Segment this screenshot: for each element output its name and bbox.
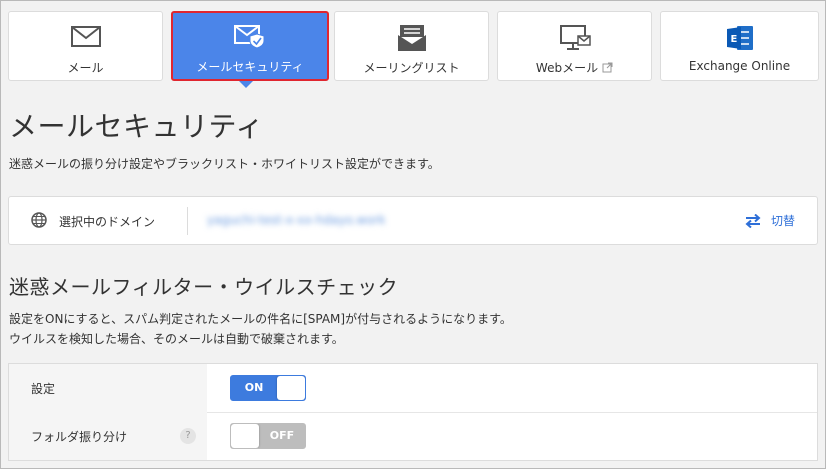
- setting-label: 設定: [31, 382, 56, 396]
- domain-selector: 選択中のドメイン yaguchi-test-x-xx-hdayo.work 切替: [8, 196, 818, 245]
- page-description: 迷惑メールの振り分け設定やブラックリスト・ホワイトリスト設定ができます。: [9, 157, 440, 171]
- tab-label: メールセキュリティ: [196, 60, 304, 74]
- tab-exchange-online[interactable]: E Exchange Online: [660, 11, 819, 81]
- tab-label: メール: [67, 61, 104, 75]
- filter-enable-toggle[interactable]: ON: [230, 375, 306, 401]
- svg-text:E: E: [730, 34, 737, 45]
- tab-mailing-list[interactable]: メーリングリスト: [334, 11, 489, 81]
- webmail-monitor-icon: [498, 24, 651, 50]
- switch-label: 切替: [770, 214, 795, 228]
- tab-mail[interactable]: メール: [8, 11, 163, 81]
- setting-row: フォルダ振り分け ? OFF: [9, 412, 817, 460]
- mail-shield-icon: [173, 23, 327, 49]
- section-heading: 迷惑メールフィルター・ウイルスチェック: [9, 275, 399, 299]
- selected-domain: yaguchi-test-x-xx-hdayo.work: [207, 213, 386, 227]
- service-tabs: メール メールセキュリティ メーリングリスト Webメール E Exchange…: [8, 11, 820, 83]
- tab-mail-security[interactable]: メールセキュリティ: [171, 11, 329, 81]
- tab-label: メーリングリスト: [363, 61, 460, 75]
- tab-webmail[interactable]: Webメール: [497, 11, 652, 81]
- toggle-knob: [231, 424, 259, 448]
- tab-label: Webメール: [498, 59, 651, 76]
- toggle-knob: [277, 376, 305, 400]
- setting-label: フォルダ振り分け: [31, 430, 128, 444]
- globe-icon: [31, 212, 47, 228]
- toggle-text: OFF: [269, 429, 295, 442]
- tab-label: Exchange Online: [688, 59, 791, 73]
- toggle-text: ON: [244, 381, 264, 394]
- setting-row: 設定 ON: [9, 364, 817, 413]
- exchange-logo-icon: E: [661, 24, 818, 50]
- envelope-icon: [9, 24, 162, 50]
- swap-arrows-icon: [745, 213, 761, 228]
- folder-sort-toggle[interactable]: OFF: [230, 423, 306, 449]
- page-title: メールセキュリティ: [9, 110, 264, 143]
- section-note: ウイルスを検知した場合、そのメールは自動で破棄されます。: [9, 332, 344, 346]
- filter-settings-table: 設定 ON フォルダ振り分け ? OFF: [8, 363, 818, 461]
- external-link-icon: [602, 62, 613, 73]
- divider: [187, 207, 188, 235]
- domain-label: 選択中のドメイン: [59, 215, 156, 229]
- section-note: 設定をONにすると、スパム判定されたメールの件名に[SPAM]が付与されるように…: [9, 312, 512, 326]
- active-tab-pointer: [239, 81, 253, 88]
- help-icon[interactable]: ?: [180, 428, 196, 444]
- mailing-list-icon: [335, 24, 488, 51]
- switch-domain-button[interactable]: 切替: [745, 212, 795, 229]
